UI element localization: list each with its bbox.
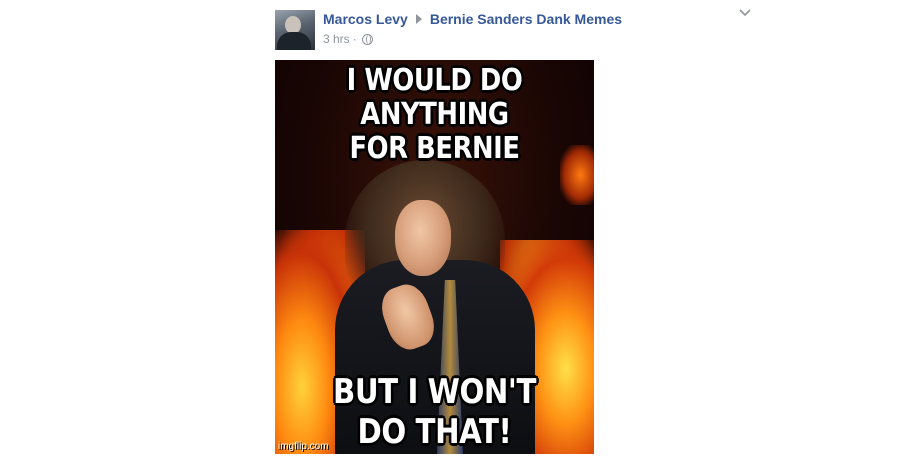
post-header: Marcos Levy Bernie Sanders Dank Memes [323,10,622,28]
author-avatar[interactable] [275,10,315,50]
post-meta: 3 hrs · [323,32,373,46]
meme-top-line-1: I WOULD DO ANYTHING [346,63,523,132]
meta-separator: · [352,32,357,46]
avatar-shoulders [277,32,311,50]
meme-bottom-line-1: BUT I WON'T [333,372,536,412]
meme-top-line-2: FOR BERNIE [349,131,520,166]
group-name-link[interactable]: Bernie Sanders Dank Memes [430,11,622,27]
figure-face [395,200,451,276]
meme-bottom-line-2: DO THAT! [357,412,512,452]
meme-top-caption: I WOULD DO ANYTHING FOR BERNIE [297,64,571,166]
chevron-down-icon[interactable] [738,8,752,20]
meme-image[interactable]: I WOULD DO ANYTHING FOR BERNIE BUT I WON… [275,60,594,454]
feed-post: Marcos Levy Bernie Sanders Dank Memes 3 … [0,0,900,465]
triangle-right-icon [415,14,422,24]
author-name-link[interactable]: Marcos Levy [323,11,408,27]
imgflip-watermark: imgflip.com [278,441,329,452]
meme-bottom-caption: BUT I WON'T DO THAT! [297,372,571,452]
chevron-down-svg [739,9,751,17]
globe-icon[interactable] [361,33,373,45]
post-timestamp[interactable]: 3 hrs [323,32,350,46]
